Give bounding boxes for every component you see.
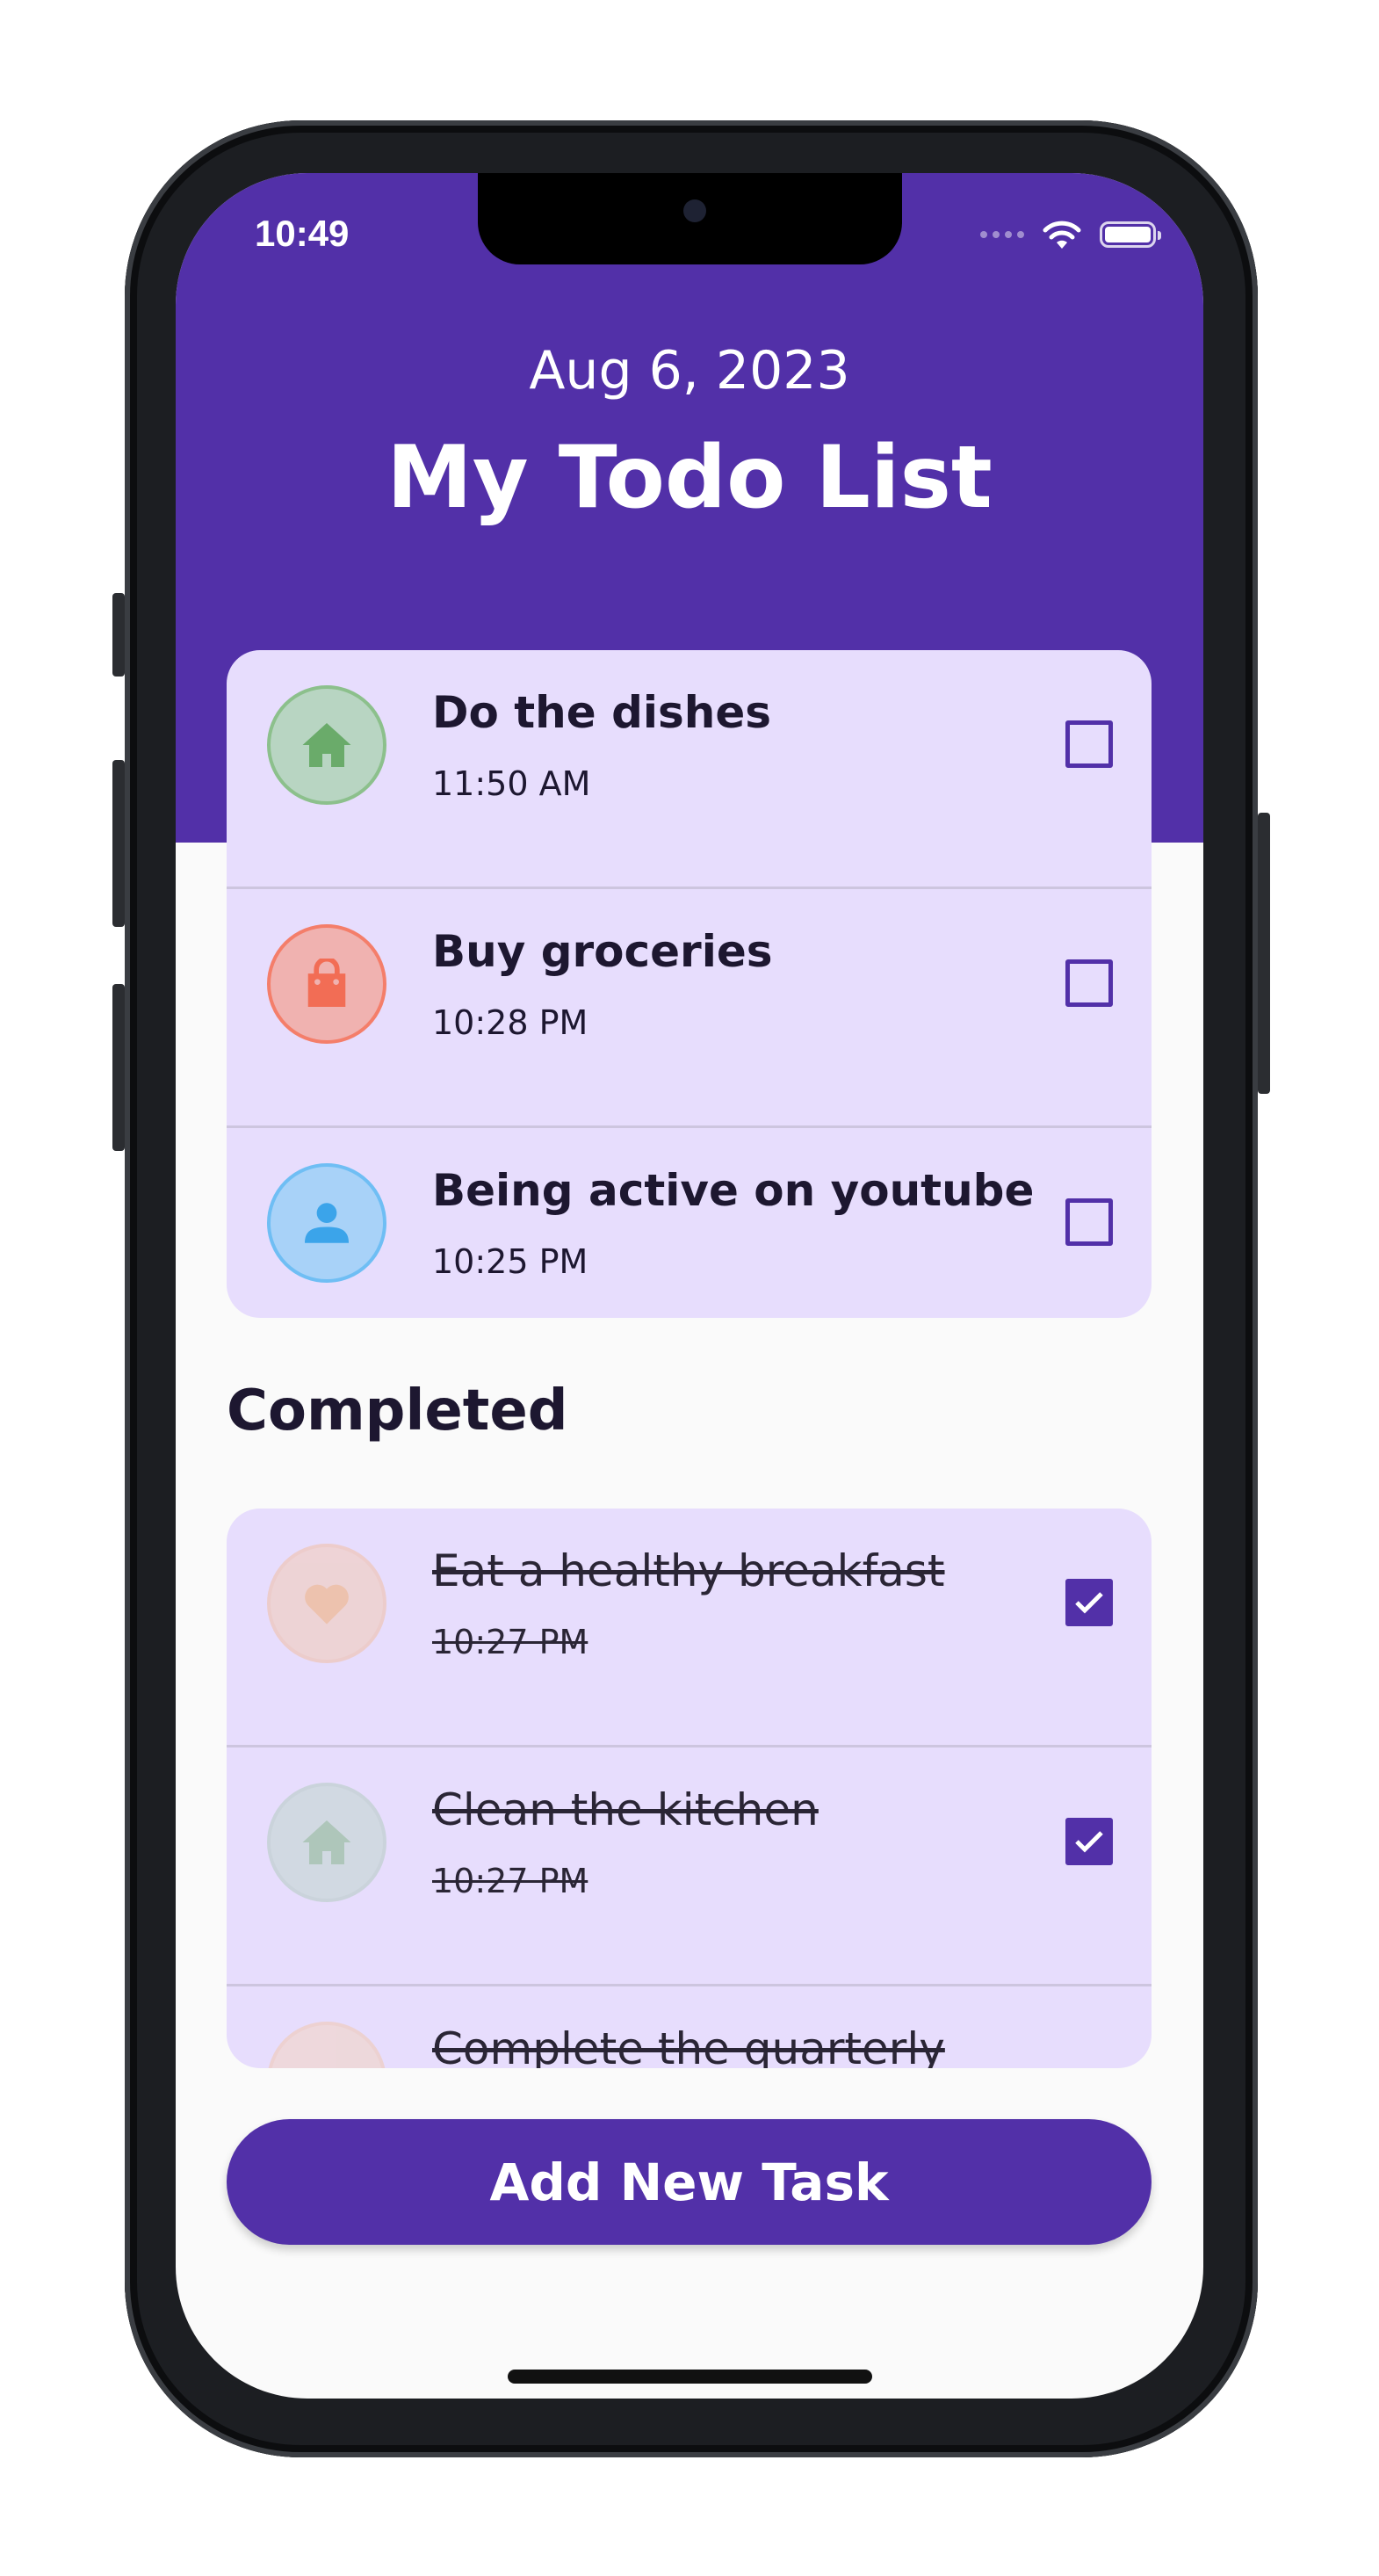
task-time: 11:50 AM — [432, 764, 591, 803]
task-time: 10:28 PM — [432, 1003, 588, 1042]
notch — [478, 173, 902, 264]
task-category-avatar — [267, 685, 386, 805]
task-title: Buy groceries — [432, 926, 773, 977]
shopping-bag-icon — [307, 959, 346, 1007]
task-category-avatar — [267, 1163, 386, 1283]
task-checkbox[interactable] — [1065, 1579, 1113, 1626]
signal-dots-icon — [980, 231, 1024, 238]
status-icons — [980, 219, 1161, 250]
volume-down-button — [112, 984, 125, 1151]
home-icon — [302, 723, 351, 767]
task-title: Do the dishes — [432, 687, 772, 738]
task-checkbox[interactable] — [1065, 1198, 1113, 1246]
completed-heading: Completed — [227, 1378, 568, 1444]
task-checkbox[interactable] — [1065, 720, 1113, 768]
completed-tasks-card: Eat a healthy breakfast 10:27 PM Clean t… — [227, 1509, 1152, 2068]
active-tasks-card: Do the dishes 11:50 AM Buy groceries 10:… — [227, 650, 1152, 1318]
task-row[interactable]: Eat a healthy breakfast 10:27 PM — [227, 1509, 1152, 1747]
page-title: My Todo List — [386, 428, 993, 528]
person-icon — [305, 1203, 349, 1243]
front-camera — [683, 199, 706, 222]
battery-icon — [1100, 221, 1161, 248]
heart-icon — [305, 1584, 349, 1624]
task-title: Being active on youtube — [432, 1165, 1035, 1216]
task-time: 10:27 PM — [432, 1623, 588, 1661]
task-row[interactable]: Being active on youtube 10:25 PM — [227, 1128, 1152, 1318]
task-checkbox[interactable] — [1065, 1818, 1113, 1865]
volume-up-button — [112, 760, 125, 927]
checkmark-icon — [1075, 1831, 1103, 1853]
power-button — [1258, 813, 1270, 1094]
task-title: Complete the quarterly — [432, 2023, 945, 2068]
home-icon — [302, 1820, 351, 1864]
task-checkbox[interactable] — [1065, 959, 1113, 1007]
header-date: Aug 6, 2023 — [529, 340, 850, 402]
silent-switch — [112, 593, 125, 677]
wifi-icon — [1043, 221, 1081, 249]
task-category-avatar — [267, 2022, 386, 2068]
task-title: Clean the kitchen — [432, 1784, 819, 1835]
task-category-avatar — [267, 924, 386, 1044]
checkmark-icon — [1075, 1592, 1103, 1614]
task-row[interactable]: Do the dishes 11:50 AM — [227, 650, 1152, 889]
task-category-avatar — [267, 1783, 386, 1902]
task-row[interactable]: Buy groceries 10:28 PM — [227, 889, 1152, 1128]
home-indicator[interactable] — [508, 2370, 872, 2384]
task-row[interactable]: Clean the kitchen 10:27 PM — [227, 1747, 1152, 1986]
add-new-task-button[interactable]: Add New Task — [227, 2119, 1152, 2245]
task-row[interactable]: Complete the quarterly — [227, 1986, 1152, 2068]
task-category-avatar — [267, 1544, 386, 1663]
task-time: 10:25 PM — [432, 1242, 588, 1281]
app-screen: 10:49 Aug 6, 2023 My Todo List Do the di… — [176, 173, 1203, 2399]
task-time: 10:27 PM — [432, 1862, 588, 1900]
status-time: 10:49 — [255, 213, 350, 254]
task-title: Eat a healthy breakfast — [432, 1545, 945, 1596]
